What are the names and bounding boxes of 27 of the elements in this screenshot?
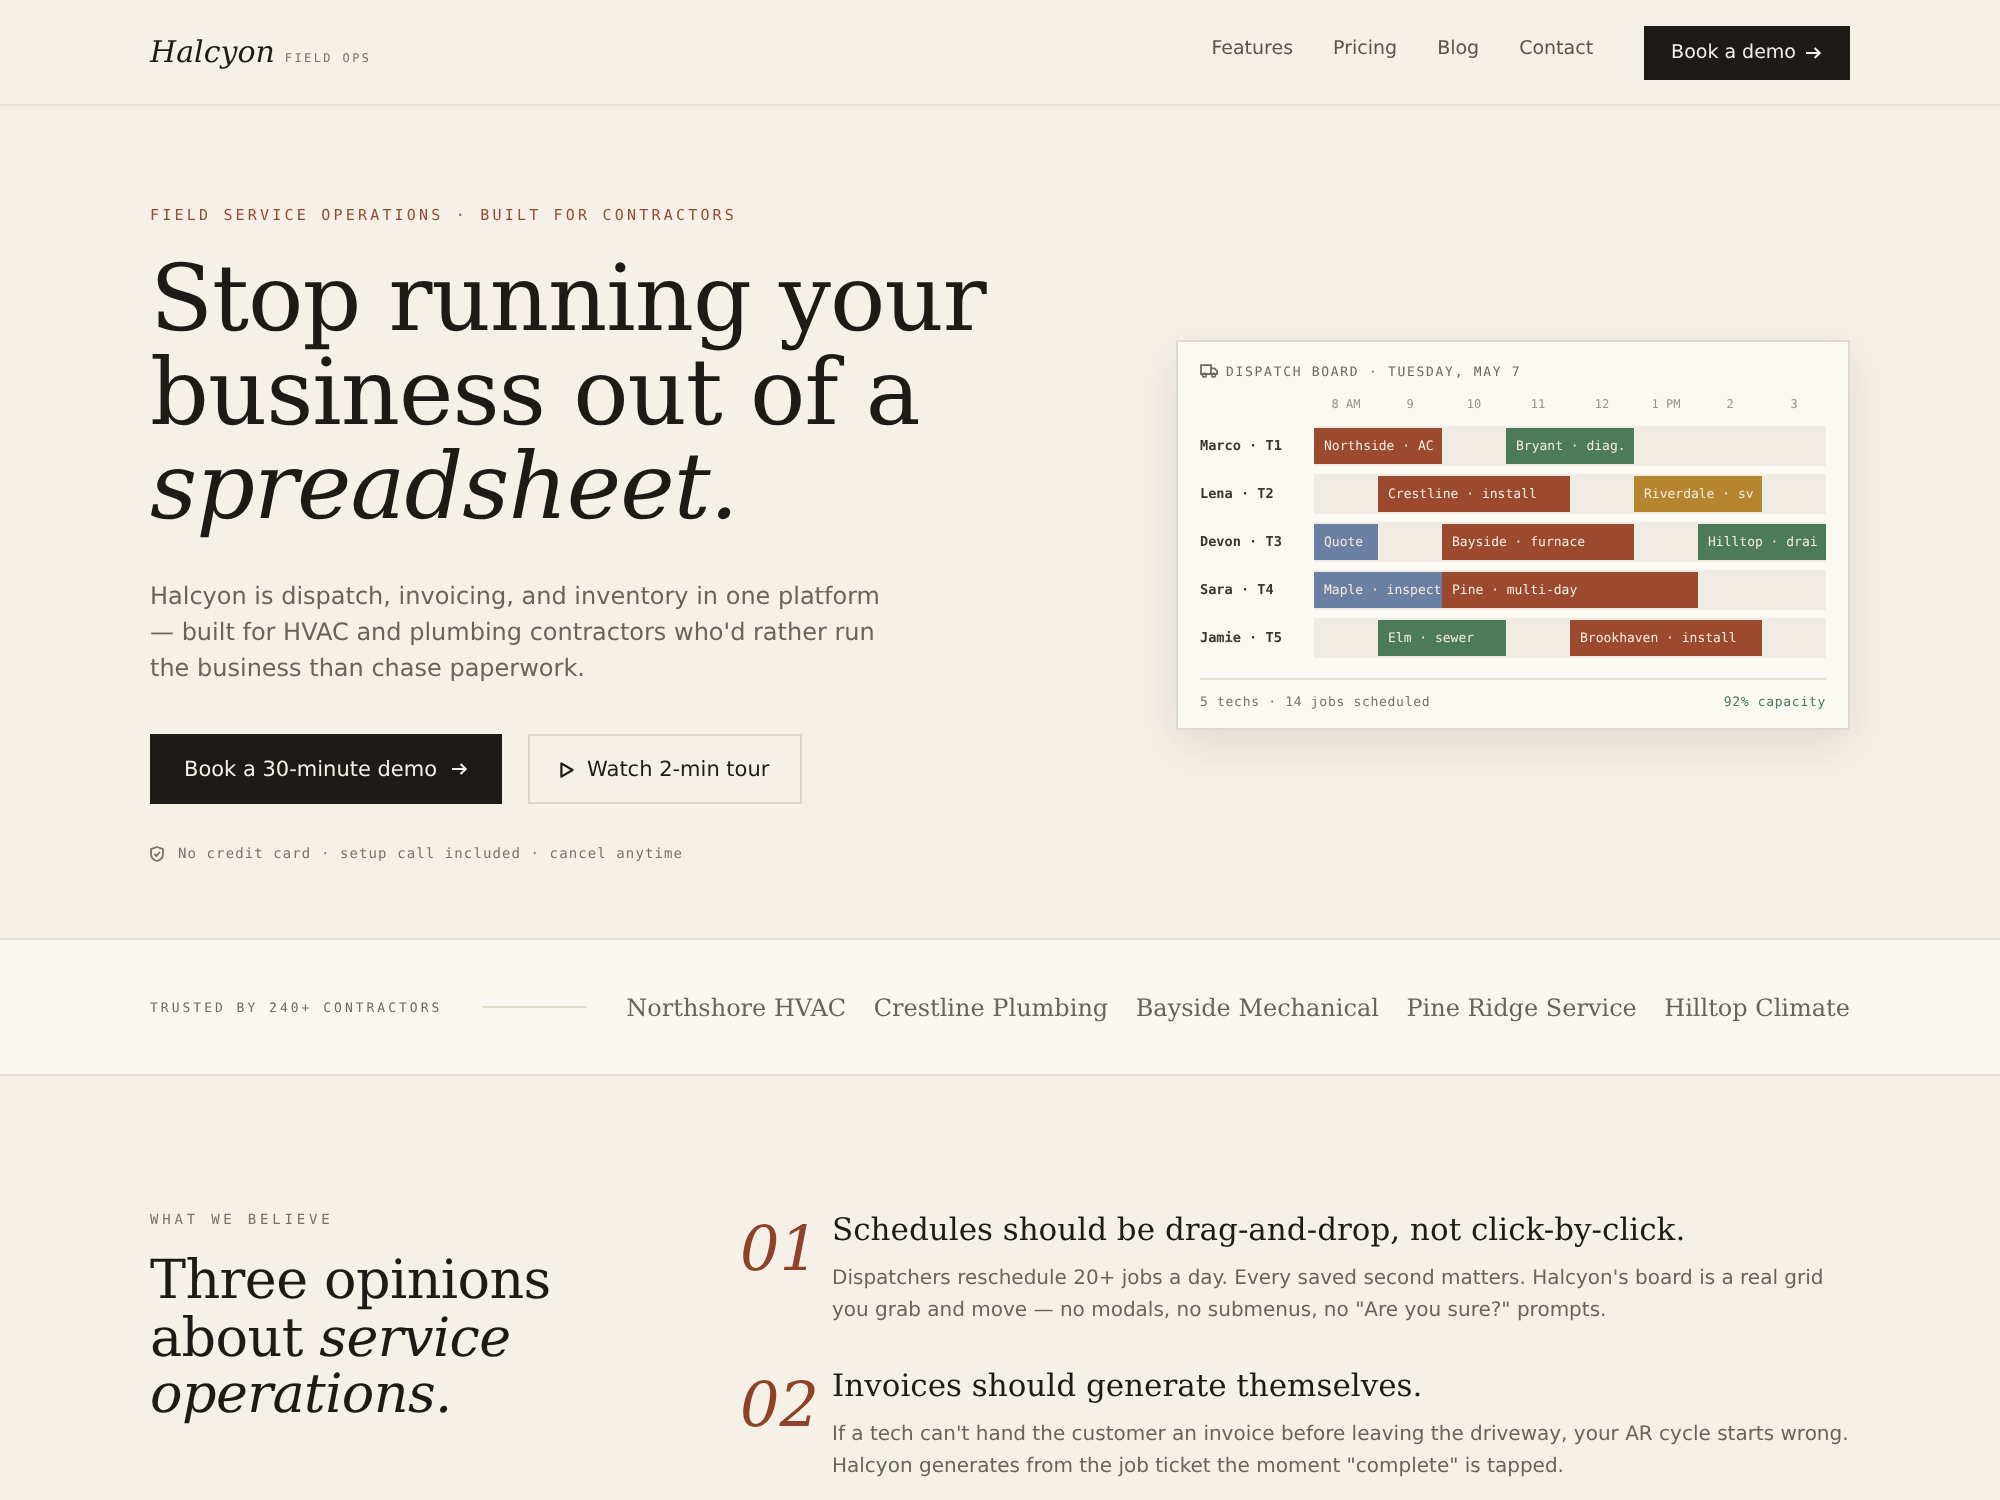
nav-link[interactable]: Pricing [1333,38,1398,60]
arrow-icon [1806,45,1822,59]
nav-link[interactable]: Features [1211,38,1294,60]
section-heading: Three opinions about service operations. [150,1254,553,1425]
customer-logo: Northshore HVAC [626,993,847,1021]
truck-icon [1200,364,1218,378]
arrow-icon [451,762,468,776]
customer-logo: Crestline Plumbing [873,993,1109,1021]
nav-link[interactable]: Blog [1437,38,1480,60]
shield-check-icon [150,846,164,862]
book-demo-button[interactable]: Book a 30-minute demo [150,734,502,804]
play-icon [559,761,574,777]
customer-logo: Pine Ridge Service [1406,993,1637,1021]
customer-logo: Bayside Mechanical [1135,993,1379,1021]
book-demo-button[interactable]: Book a demo [1643,25,1850,79]
customer-logo: Hilltop Climate [1664,993,1850,1021]
hero-description: Halcyon is dispatch, invoicing, and inventory in one platform — built for HVAC and plumbing contractors who'd rather run the business than chase paperwork. [150,580,882,686]
hero-headline: Stop running your business out of a spreadsheet. [150,252,989,534]
opinion-text: Dispatchers reschedule 20+ jobs a day. Every saved second matters. Halcyon's board is a real grid you grab and move — no modals, no submenus, no "Are you sure?" prompts. [832,1266,1826,1326]
nav-link[interactable]: Contact [1519,38,1594,60]
opinion-number: 01 [740,1216,816,1284]
opinion-text: If a tech can't hand the customer an invoice before leaving the driveway, your AR cycle starts wrong. Halcyon generates from the job ticket the moment "complete" is tapped. [832,1422,1850,1482]
opinion-title: Schedules should be drag-and-drop, not click-by-click. [832,1210,1686,1250]
opinion-title: Invoices should generate themselves. [832,1366,1423,1406]
logo-wordmark[interactable]: Halcyon [150,34,275,70]
opinion-number: 02 [740,1372,816,1440]
watch-tour-button[interactable]: Watch 2-min tour [527,734,802,804]
